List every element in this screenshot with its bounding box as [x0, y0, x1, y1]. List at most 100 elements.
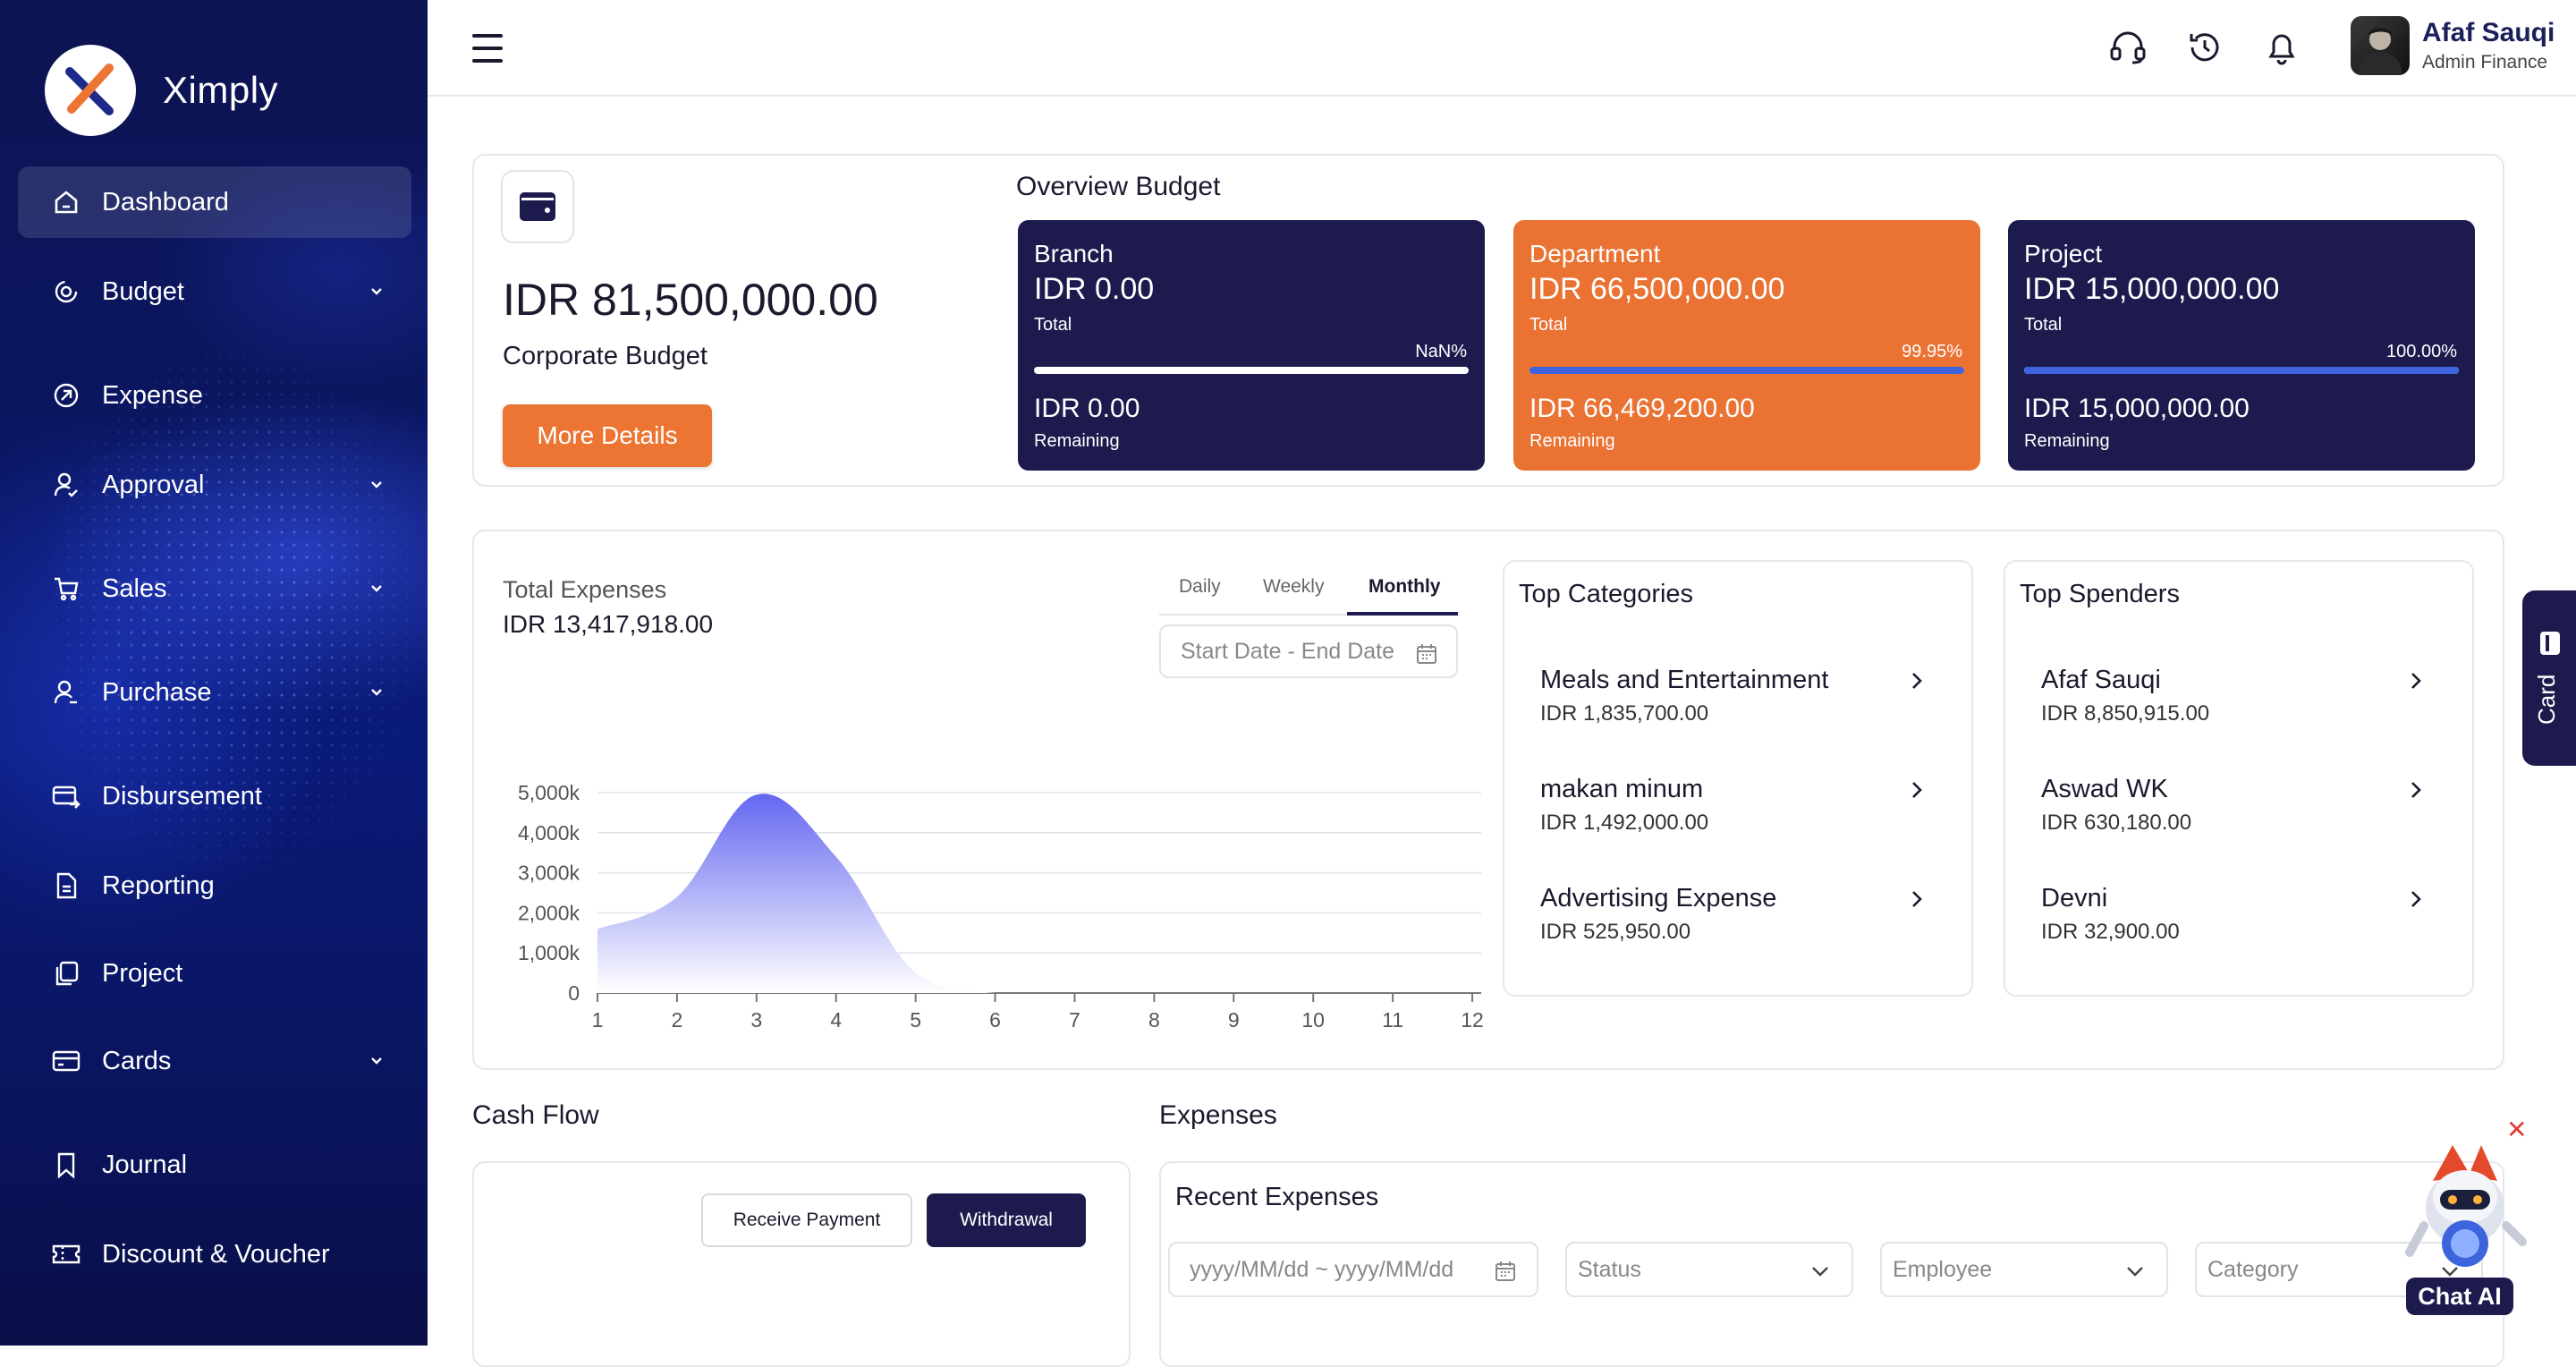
x-tick-label: 5: [910, 1008, 921, 1032]
user-name[interactable]: Afaf Sauqi: [2422, 18, 2555, 48]
chevron-right-icon: [1912, 673, 1922, 689]
brand-name: Ximply: [163, 69, 279, 111]
cart-icon: [50, 573, 82, 605]
wallet-icon: [501, 170, 574, 243]
status-filter-placeholder: Status: [1578, 1256, 1641, 1282]
sidebar-item-approval[interactable]: Approval: [18, 449, 411, 521]
budget-progress-track: [1034, 367, 1469, 374]
budget-card-total: IDR 15,000,000.00: [2024, 272, 2280, 306]
menu-toggle-icon[interactable]: [469, 30, 508, 66]
sidebar: Ximply Dashboard Budget Expense Approval…: [0, 0, 428, 1346]
history-icon[interactable]: [2184, 27, 2225, 68]
total-expenses-value: IDR 13,417,918.00: [503, 610, 714, 638]
sidebar-item-label: Reporting: [102, 870, 215, 900]
budget-card-total: IDR 66,500,000.00: [1530, 272, 1785, 306]
budget-card-project[interactable]: Project IDR 15,000,000.00 Total 100.00% …: [2008, 220, 2475, 471]
x-tick-label: 4: [830, 1008, 842, 1032]
more-details-button[interactable]: More Details: [503, 404, 712, 467]
cash-flow-panel: [472, 1161, 1131, 1367]
avatar[interactable]: [2351, 16, 2410, 75]
headset-icon[interactable]: [2107, 27, 2148, 68]
expense-area-chart: 01,000k2,000k3,000k4,000k5,000k1 2 3 4 5 6 7 8 9…: [518, 781, 1484, 1032]
employee-filter[interactable]: Employee: [1880, 1242, 2168, 1297]
status-filter[interactable]: Status: [1565, 1242, 1853, 1297]
budget-card-remaining: IDR 66,469,200.00: [1530, 394, 1755, 423]
tab-monthly[interactable]: Monthly: [1368, 576, 1440, 598]
budget-card-percent: NaN%: [1415, 342, 1467, 361]
user-purchase-icon: [50, 676, 82, 709]
x-tick-label: 1: [592, 1008, 604, 1032]
chevron-right-icon: [2411, 673, 2421, 689]
budget-card-department[interactable]: Department IDR 66,500,000.00 Total 99.95…: [1513, 220, 1980, 471]
expense-date-filter[interactable]: yyyy/MM/dd ~ yyyy/MM/dd: [1168, 1242, 1538, 1297]
date-range-input[interactable]: Start Date - End Date: [1159, 624, 1458, 678]
sidebar-item-journal[interactable]: Journal: [18, 1129, 411, 1201]
expense-area-series: [597, 794, 1472, 993]
corporate-budget-label: Corporate Budget: [503, 342, 708, 370]
budget-card-name: Project: [2024, 240, 2103, 267]
sidebar-item-label: Discount & Voucher: [102, 1239, 330, 1269]
overview-budget-title: Overview Budget: [1016, 172, 1221, 201]
sidebar-item-label: Purchase: [102, 677, 212, 707]
bell-icon[interactable]: [2261, 27, 2302, 68]
category-name: makan minum: [1540, 775, 1704, 803]
chevron-down-icon: [2127, 1267, 2143, 1277]
chevron-right-icon: [1912, 891, 1922, 907]
sidebar-item-label: Disbursement: [102, 781, 262, 811]
sidebar-item-label: Project: [102, 958, 183, 988]
sidebar-item-purchase[interactable]: Purchase: [18, 657, 411, 728]
budget-card-total-label: Total: [1034, 315, 1072, 335]
sidebar-item-project[interactable]: Project: [18, 938, 411, 1009]
top-categories-title: Top Categories: [1519, 580, 1694, 608]
sidebar-item-dashboard[interactable]: Dashboard: [18, 166, 411, 238]
budget-progress-track: [1530, 367, 1964, 374]
sidebar-item-budget[interactable]: Budget: [18, 256, 411, 327]
card-side-tab[interactable]: Card: [2522, 590, 2576, 766]
category-name: Advertising Expense: [1540, 884, 1777, 913]
user-check-icon: [50, 469, 82, 501]
budget-card-total: IDR 0.00: [1034, 272, 1155, 306]
sidebar-item-sales[interactable]: Sales: [18, 553, 411, 624]
y-tick-label: 4,000k: [518, 821, 580, 845]
tab-weekly[interactable]: Weekly: [1263, 576, 1324, 598]
sidebar-item-label: Journal: [102, 1150, 188, 1179]
chat-ai-label[interactable]: Chat AI: [2406, 1278, 2513, 1315]
sidebar-item-discount-voucher[interactable]: Discount & Voucher: [18, 1218, 411, 1290]
budget-card-remaining-label: Remaining: [2024, 431, 2110, 451]
card-icon: [50, 1045, 82, 1077]
withdrawal-button[interactable]: Withdrawal: [927, 1193, 1086, 1247]
ximply-logo: [45, 45, 136, 136]
chevron-down-icon: [371, 288, 382, 295]
budget-card-percent: 99.95%: [1902, 342, 1962, 361]
receive-payment-button[interactable]: Receive Payment: [701, 1193, 912, 1247]
home-icon: [50, 186, 82, 218]
budget-icon: [50, 276, 82, 308]
sidebar-item-disbursement[interactable]: Disbursement: [18, 760, 411, 832]
budget-card-total-label: Total: [2024, 315, 2063, 335]
sidebar-item-cards[interactable]: Cards: [18, 1025, 411, 1097]
tab-daily[interactable]: Daily: [1179, 576, 1221, 598]
y-tick-label: 2,000k: [518, 901, 580, 924]
spender-amount: IDR 630,180.00: [2041, 811, 2192, 835]
chevron-right-icon: [2411, 782, 2421, 798]
total-expenses-label: Total Expenses: [503, 576, 667, 603]
budget-card-name: Department: [1530, 240, 1661, 267]
spender-name: Aswad WK: [2041, 775, 2168, 803]
close-icon[interactable]: ✕: [2506, 1115, 2527, 1144]
budget-card-remaining: IDR 15,000,000.00: [2024, 394, 2250, 423]
sidebar-item-label: Sales: [102, 573, 167, 603]
budget-card-name: Branch: [1034, 240, 1114, 267]
expenses-section-title: Expenses: [1159, 1100, 1277, 1130]
chevron-down-icon: [371, 689, 382, 696]
sidebar-item-expense[interactable]: Expense: [18, 360, 411, 431]
chevron-down-icon: [371, 481, 382, 488]
brand[interactable]: Ximply: [45, 45, 278, 136]
budget-card-branch[interactable]: Branch IDR 0.00 Total NaN% IDR 0.00 Rema…: [1018, 220, 1485, 471]
active-tab-indicator: [1347, 612, 1458, 616]
corporate-budget-amount: IDR 81,500,000.00: [503, 275, 878, 325]
budget-progress-fill: [1530, 367, 1964, 374]
period-tabs: Daily Weekly Monthly: [1159, 564, 1458, 616]
card-icon: [2540, 632, 2560, 655]
sidebar-item-reporting[interactable]: Reporting: [18, 850, 411, 921]
chevron-down-icon: [371, 1057, 382, 1065]
